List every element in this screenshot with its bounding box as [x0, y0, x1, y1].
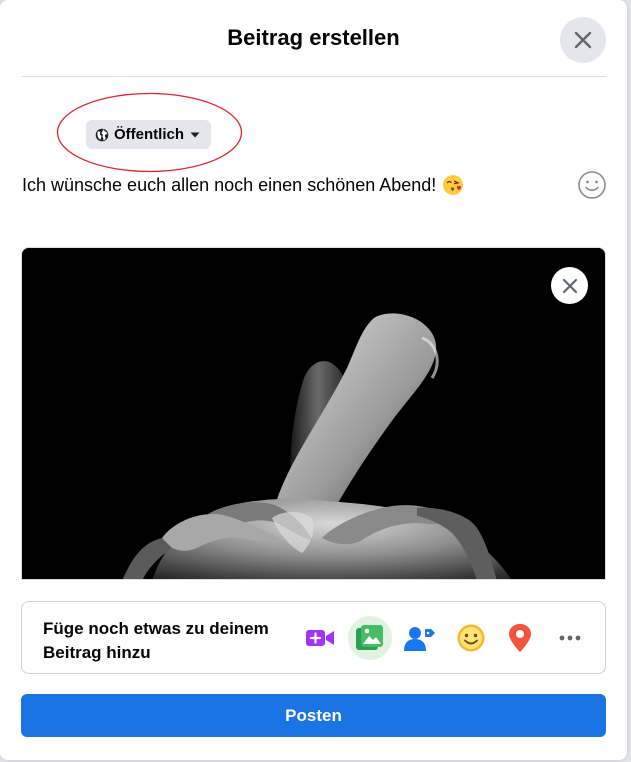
- caret-down-icon: [190, 132, 200, 137]
- audience-label: Öffentlich: [114, 126, 184, 143]
- feeling-activity-button[interactable]: [449, 618, 493, 658]
- attached-photo: [21, 247, 606, 580]
- feeling-activity-icon: [457, 624, 485, 652]
- add-to-post-label: Füge noch etwas zu deinem Beitrag hinzu: [43, 619, 269, 662]
- tag-people-button[interactable]: [398, 618, 442, 658]
- photo-image: [22, 248, 605, 579]
- post-text-input[interactable]: Ich wünsche euch allen noch einen schöne…: [22, 174, 464, 196]
- tag-people-icon: [404, 627, 435, 651]
- header-divider: [22, 76, 606, 77]
- add-to-post-bar: Füge noch etwas zu deinem Beitrag hinzu: [21, 601, 606, 674]
- audience-selector-button[interactable]: Öffentlich: [86, 120, 211, 149]
- photo-video-icon: [356, 625, 383, 650]
- close-icon: [562, 278, 577, 293]
- live-video-icon: [306, 630, 334, 646]
- dialog-title: Beitrag erstellen: [227, 25, 400, 50]
- more-icon: [559, 635, 581, 641]
- photo-video-button[interactable]: [348, 616, 392, 660]
- close-icon: [574, 31, 592, 49]
- create-post-dialog: Beitrag erstellen Öffentlich Ich wünsche…: [0, 0, 627, 760]
- close-button[interactable]: [560, 17, 606, 63]
- kissing-face-emoji: [443, 175, 464, 195]
- emoji-picker-button[interactable]: [577, 170, 607, 200]
- globe-icon: [95, 128, 109, 141]
- smiley-outline-icon: [578, 171, 606, 199]
- post-text: Ich wünsche euch allen noch einen schöne…: [22, 174, 437, 195]
- live-video-button[interactable]: [298, 618, 342, 658]
- check-in-icon: [509, 624, 531, 652]
- dialog-header: Beitrag erstellen: [0, 0, 627, 76]
- more-options-button[interactable]: [548, 618, 592, 658]
- remove-photo-button[interactable]: [551, 267, 588, 304]
- check-in-button[interactable]: [498, 618, 542, 658]
- post-submit-button[interactable]: Posten: [21, 694, 606, 737]
